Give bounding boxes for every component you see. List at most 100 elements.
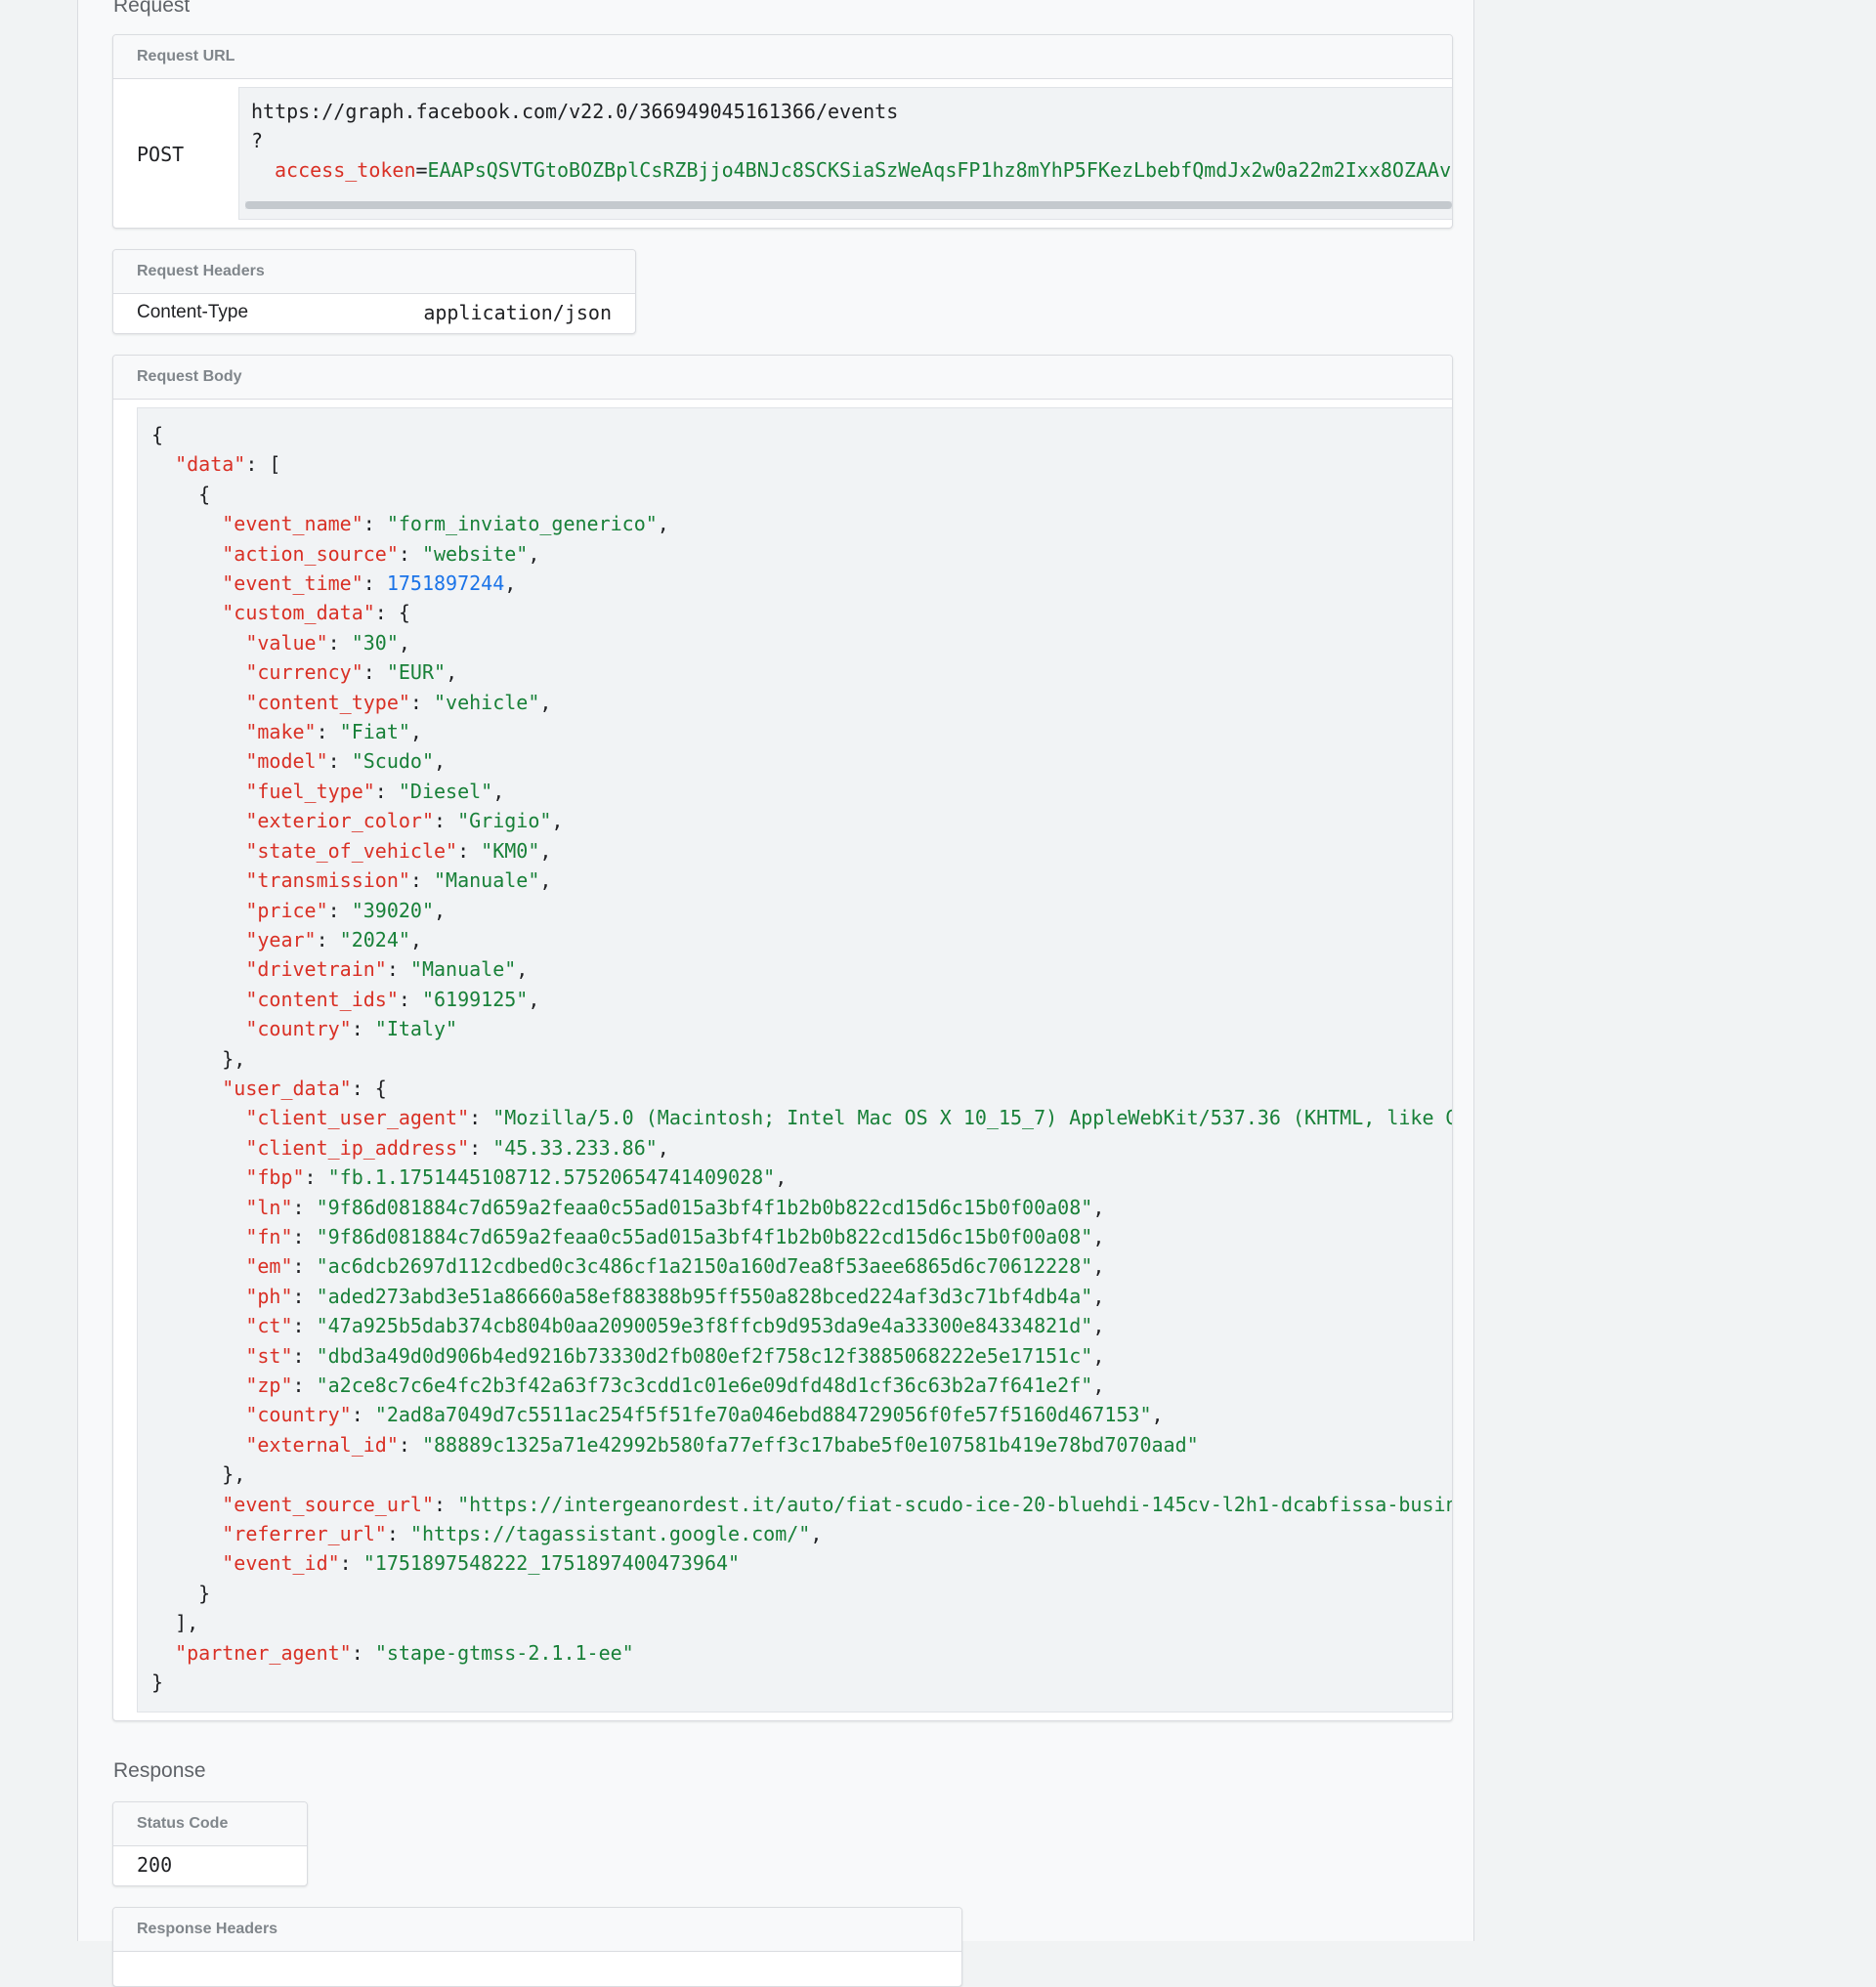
- json-string: "a2ce8c7c6e4fc2b3f42a63f73c3cdd1c01e6e09…: [316, 1374, 1093, 1397]
- json-string: "https://intergeanordest.it/auto/fiat-sc…: [457, 1492, 1452, 1516]
- json-key: "content_type": [245, 690, 410, 714]
- json-string: "2ad8a7049d7c5511ac254f5f51fe70a046ebd88…: [374, 1403, 1152, 1427]
- json-punctuation: [151, 749, 245, 773]
- json-punctuation: :: [316, 927, 340, 951]
- json-punctuation: ,: [657, 1135, 669, 1160]
- request-section-title: Request: [113, 0, 191, 17]
- json-punctuation: ,: [1092, 1224, 1105, 1248]
- json-punctuation: ,: [446, 660, 458, 685]
- json-punctuation: :: [292, 1254, 317, 1279]
- horizontal-scrollbar[interactable]: [245, 201, 1452, 209]
- json-key: "year": [245, 927, 317, 951]
- json-string: "aded273abd3e51a86660a58ef88388b95ff550a…: [316, 1284, 1093, 1308]
- json-punctuation: ,: [409, 927, 422, 951]
- json-punctuation: [151, 1106, 245, 1129]
- json-punctuation: ,: [516, 957, 529, 982]
- code-line: },: [151, 1044, 1452, 1074]
- code-line: "transmission": "Manuale",: [151, 866, 1452, 895]
- request-body-code[interactable]: { "data": [ { "event_name": "form_inviat…: [137, 407, 1452, 1712]
- json-punctuation: ,: [409, 720, 422, 744]
- json-punctuation: ,: [1092, 1343, 1105, 1368]
- json-key: "exterior_color": [245, 809, 434, 833]
- code-line: "exterior_color": "Grigio",: [151, 806, 1452, 835]
- json-key: "make": [245, 720, 317, 744]
- param-name: access_token: [275, 158, 416, 182]
- response-headers-header: Response Headers: [113, 1908, 961, 1952]
- request-url-box[interactable]: https://graph.facebook.com/v22.0/3669490…: [238, 87, 1452, 220]
- json-punctuation: :: [327, 749, 352, 774]
- json-punctuation: ,: [1092, 1314, 1105, 1338]
- code-line: "drivetrain": "Manuale",: [151, 954, 1452, 984]
- json-punctuation: ,: [1092, 1195, 1105, 1219]
- json-punctuation: :: [398, 1432, 422, 1457]
- json-key: "state_of_vehicle": [245, 838, 458, 863]
- json-punctuation: :: [292, 1343, 317, 1368]
- json-key: "value": [245, 630, 328, 655]
- json-punctuation: [151, 720, 245, 743]
- json-string: "website": [421, 541, 529, 566]
- json-punctuation: [151, 1551, 222, 1575]
- code-line: "ct": "47a925b5dab374cb804b0aa2090059e3f…: [151, 1311, 1452, 1340]
- json-punctuation: :: [292, 1224, 317, 1248]
- json-punctuation: [151, 957, 245, 981]
- json-string: "45.33.233.86": [492, 1135, 658, 1160]
- json-key: "event_time": [222, 571, 363, 596]
- json-string: "9f86d081884c7d659a2feaa0c55ad015a3bf4f1…: [316, 1195, 1093, 1219]
- json-string: "Manuale": [434, 868, 540, 893]
- header-row: Content-Type application/json: [137, 293, 612, 332]
- json-punctuation: ,: [539, 690, 552, 714]
- code-line: "custom_data": {: [151, 598, 1452, 627]
- json-key: "zp": [245, 1374, 293, 1397]
- json-string: "30": [351, 630, 399, 655]
- code-line: "event_source_url": "https://intergeanor…: [151, 1490, 1452, 1519]
- json-string: "EUR": [386, 660, 447, 685]
- json-punctuation: [151, 1522, 222, 1545]
- json-key: "st": [245, 1343, 293, 1368]
- code-line: "year": "2024",: [151, 925, 1452, 954]
- code-line: "currency": "EUR",: [151, 657, 1452, 687]
- json-key: "client_user_agent": [245, 1106, 470, 1130]
- json-punctuation: [151, 1254, 245, 1278]
- json-key: "event_id": [222, 1551, 340, 1576]
- json-punctuation: [151, 452, 175, 476]
- json-punctuation: [151, 1225, 245, 1248]
- code-line: "zp": "a2ce8c7c6e4fc2b3f42a63f73c3cdd1c0…: [151, 1371, 1452, 1400]
- request-url-card: Request URL POST https://graph.facebook.…: [112, 34, 1453, 229]
- code-line: "referrer_url": "https://tagassistant.go…: [151, 1519, 1452, 1548]
- code-line: }: [151, 1668, 1452, 1697]
- status-code-value: 200: [137, 1853, 173, 1877]
- json-punctuation: :: [386, 1522, 410, 1546]
- json-string: "form_inviato_generico": [386, 512, 658, 536]
- json-string: "88889c1325a71e42992b580fa77eff3c17babe5…: [421, 1432, 1199, 1457]
- json-key: "external_id": [245, 1432, 399, 1457]
- json-key: "ct": [245, 1314, 293, 1338]
- code-line: }: [151, 1579, 1452, 1608]
- json-punctuation: [151, 809, 245, 832]
- code-line: },: [151, 1459, 1452, 1489]
- json-string: "fb.1.1751445108712.57520654741409028": [327, 1165, 776, 1190]
- json-punctuation: :: [327, 898, 352, 922]
- request-body-card: Request Body { "data": [ { "event_name":…: [112, 355, 1453, 1721]
- json-punctuation: [151, 1344, 245, 1368]
- json-punctuation: :: [374, 779, 399, 803]
- code-line: ],: [151, 1608, 1452, 1637]
- code-line: "country": "Italy": [151, 1014, 1452, 1043]
- request-headers-header: Request Headers: [113, 250, 635, 294]
- url-base[interactable]: https://graph.facebook.com/v22.0/3669490…: [251, 100, 898, 123]
- json-string: "Mozilla/5.0 (Macintosh; Intel Mac OS X …: [492, 1106, 1452, 1130]
- code-line: "em": "ac6dcb2697d112cdbed0c3c486cf1a215…: [151, 1251, 1452, 1281]
- json-punctuation: [151, 899, 245, 922]
- code-line: "fbp": "fb.1.1751445108712.5752065474140…: [151, 1163, 1452, 1192]
- status-code-header: Status Code: [113, 1802, 307, 1846]
- scrollbar-thumb[interactable]: [245, 201, 1452, 209]
- json-key: "data": [175, 452, 246, 477]
- json-string: "1751897548222_1751897400473964": [362, 1551, 741, 1576]
- json-punctuation: [151, 1374, 245, 1397]
- code-line: "ph": "aded273abd3e51a86660a58ef88388b95…: [151, 1282, 1452, 1311]
- code-line: "event_id": "1751897548222_1751897400473…: [151, 1548, 1452, 1578]
- json-code-block: { "data": [ { "event_name": "form_inviat…: [151, 420, 1452, 1697]
- code-line: "client_ip_address": "45.33.233.86",: [151, 1133, 1452, 1163]
- json-string: "39020": [351, 898, 435, 922]
- code-line: "state_of_vehicle": "KM0",: [151, 836, 1452, 866]
- code-line: "data": [: [151, 449, 1452, 479]
